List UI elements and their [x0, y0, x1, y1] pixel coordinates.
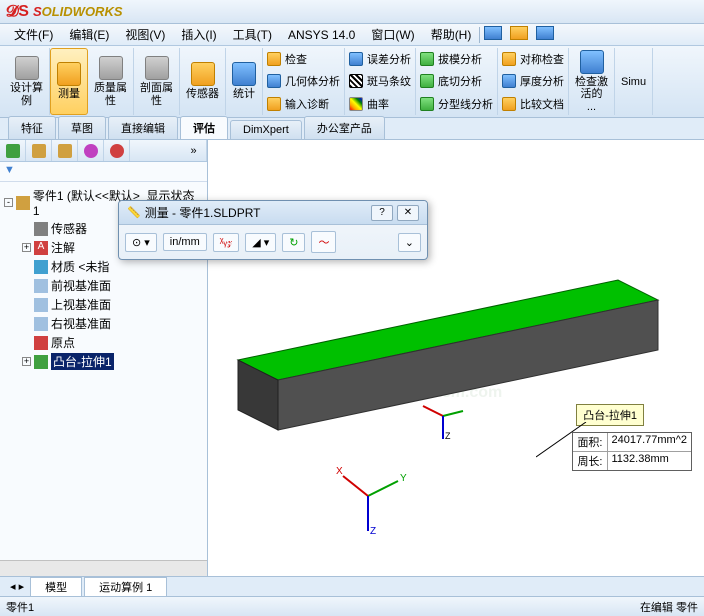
face-triad: Z	[418, 391, 468, 441]
status-part: 零件1	[6, 599, 34, 615]
projection-button[interactable]: ◢ ▾	[245, 233, 276, 252]
tab-feature[interactable]: 特征	[8, 116, 56, 139]
menu-ansys[interactable]: ANSYS 14.0	[280, 26, 363, 44]
menu-bar: 文件(F) 编辑(E) 视图(V) 插入(I) 工具(T) ANSYS 14.0…	[0, 24, 704, 46]
tab-direct[interactable]: 直接编辑	[108, 116, 178, 139]
ribbon-curve[interactable]: 曲率	[349, 95, 411, 113]
help-button[interactable]: ?	[371, 205, 393, 221]
svg-text:Z: Z	[370, 526, 376, 536]
units-button[interactable]: in/mm	[163, 233, 207, 251]
open-icon[interactable]	[506, 26, 532, 43]
ribbon-section-props[interactable]: 剖面属 性	[134, 48, 180, 115]
ribbon-zebra[interactable]: 斑马条纹	[349, 72, 411, 90]
measure-dialog-body: ⊙ ▾ in/mm ᵡᵧ𝓏 ◢ ▾ ↻ 〜 ⌄	[119, 225, 427, 259]
tab-sketch[interactable]: 草图	[58, 116, 106, 139]
svg-text:X: X	[336, 466, 343, 477]
ribbon-mass-props[interactable]: 质量属 性	[88, 48, 134, 115]
tree-top-plane[interactable]: 上视基准面	[20, 295, 205, 314]
perim-label: 周长:	[573, 452, 607, 470]
expand-icon[interactable]: »	[181, 140, 207, 161]
ribbon-analysis-col: 误差分析 斑马条纹 曲率	[345, 48, 416, 115]
ruler-icon: 📏	[127, 206, 141, 219]
sidebar-scroll[interactable]	[0, 560, 207, 576]
svg-text:Z: Z	[445, 431, 451, 441]
ribbon-simu[interactable]: Simu	[615, 48, 653, 115]
ribbon-stats[interactable]: 统计	[226, 48, 263, 115]
ribbon-error[interactable]: 误差分析	[349, 50, 411, 68]
ribbon-undercut[interactable]: 底切分析	[420, 72, 493, 90]
ribbon-measure[interactable]: 测量	[50, 48, 88, 115]
area-label: 面积:	[573, 433, 607, 451]
config-tab[interactable]	[52, 140, 78, 161]
tree-front-plane[interactable]: 前视基准面	[20, 276, 205, 295]
menu-help[interactable]: 帮助(H)	[423, 24, 480, 45]
arc-mode-button[interactable]: ⊙ ▾	[125, 233, 157, 252]
area-value: 24017.77mm^2	[608, 433, 692, 451]
close-button[interactable]: ✕	[397, 205, 419, 221]
origin-triad: Y X Z	[328, 456, 408, 536]
tab-office[interactable]: 办公室产品	[304, 116, 385, 139]
sensor-create-button[interactable]: 〜	[311, 231, 336, 253]
measure-dialog[interactable]: 📏 测量 - 零件1.SLDPRT ? ✕ ⊙ ▾ in/mm ᵡᵧ𝓏 ◢ ▾ …	[118, 200, 428, 260]
filter-bar[interactable]: ▼	[0, 162, 207, 182]
expand-button[interactable]: ⌄	[398, 233, 421, 252]
tab-evaluate[interactable]: 评估	[180, 116, 228, 139]
tab-dimxpert[interactable]: DimXpert	[230, 120, 302, 139]
menu-insert[interactable]: 插入(I)	[173, 24, 224, 45]
feature-callout[interactable]: 凸台-拉伸1	[576, 404, 644, 426]
ribbon-compare[interactable]: 比较文档	[502, 95, 564, 113]
status-bar: 零件1 在编辑 零件	[0, 596, 704, 616]
ribbon-draft[interactable]: 拔模分析	[420, 50, 493, 68]
ribbon-check-col: 检查 几何体分析 输入诊断	[263, 48, 345, 115]
history-button[interactable]: ↻	[282, 233, 305, 252]
menu-tools[interactable]: 工具(T)	[225, 24, 280, 45]
bottom-tabs: ◂ ▸ 模型 运动算例 1	[0, 576, 704, 596]
tree-origin[interactable]: 原点	[20, 333, 205, 352]
measure-result-box: 面积:24017.77mm^2 周长:1132.38mm	[572, 432, 692, 471]
filter-icon[interactable]: ▼	[4, 164, 15, 176]
menu-file[interactable]: 文件(F)	[6, 24, 61, 45]
xyz-button[interactable]: ᵡᵧ𝓏	[213, 233, 239, 252]
manager-tabs: »	[0, 140, 207, 162]
ribbon-sensor[interactable]: 传感器	[180, 48, 226, 115]
menu-view[interactable]: 视图(V)	[117, 24, 173, 45]
ribbon-geom[interactable]: 几何体分析	[267, 72, 340, 90]
sw-logo-icon: 𝓓S	[6, 3, 29, 21]
ribbon-draft-col: 拔模分析 底切分析 分型线分析	[416, 48, 498, 115]
ribbon-sym-col: 对称检查 厚度分析 比较文档	[498, 48, 569, 115]
ribbon-parting[interactable]: 分型线分析	[420, 95, 493, 113]
ribbon-thick[interactable]: 厚度分析	[502, 72, 564, 90]
menu-window[interactable]: 窗口(W)	[363, 24, 422, 45]
title-bar: 𝓓S SOLIDWORKS	[0, 0, 704, 24]
ribbon-diag[interactable]: 输入诊断	[267, 95, 340, 113]
tree-right-plane[interactable]: 右视基准面	[20, 314, 205, 333]
ribbon-check-active[interactable]: 检查激 活的 ...	[569, 48, 615, 115]
ribbon-sym[interactable]: 对称检查	[502, 50, 564, 68]
feature-tree-tab[interactable]	[0, 140, 26, 161]
status-mode: 在编辑 零件	[640, 599, 698, 615]
tab-motion[interactable]: 运动算例 1	[84, 577, 167, 597]
ribbon-design-study[interactable]: 设计算 例	[4, 48, 50, 115]
menu-edit[interactable]: 编辑(E)	[61, 24, 117, 45]
ribbon-check[interactable]: 检查	[267, 50, 340, 68]
property-tab[interactable]	[26, 140, 52, 161]
new-icon[interactable]	[480, 26, 506, 43]
measure-dialog-title[interactable]: 📏 测量 - 零件1.SLDPRT ? ✕	[119, 201, 427, 225]
svg-text:Y: Y	[400, 473, 407, 484]
tab-model[interactable]: 模型	[30, 577, 82, 597]
ribbon: 设计算 例 测量 质量属 性 剖面属 性 传感器 统计 检查 几何体分析 输入诊…	[0, 46, 704, 118]
tree-extrude[interactable]: +凸台-拉伸1	[20, 352, 205, 371]
save-icon[interactable]	[532, 26, 558, 43]
command-tabs: 特征 草图 直接编辑 评估 DimXpert 办公室产品	[0, 118, 704, 140]
nav-arrows[interactable]: ◂ ▸	[4, 580, 30, 593]
app-logo: SOLIDWORKS	[33, 4, 123, 19]
dimxpert-tab[interactable]	[78, 140, 104, 161]
perim-value: 1132.38mm	[608, 452, 673, 470]
display-tab[interactable]	[104, 140, 130, 161]
